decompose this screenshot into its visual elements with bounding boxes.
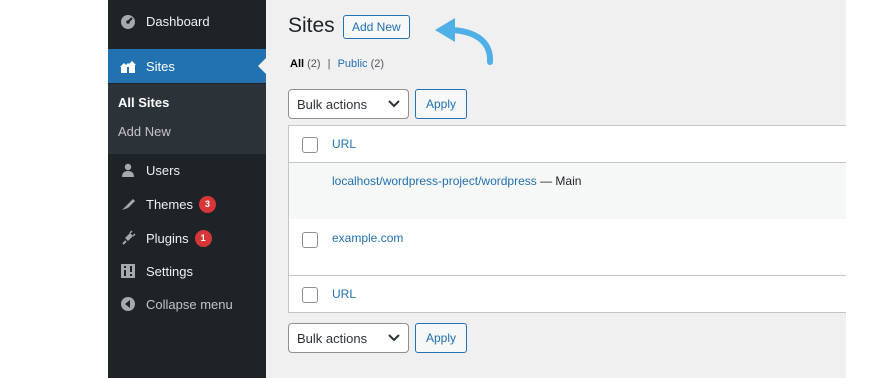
table-header-row: URL bbox=[289, 126, 846, 163]
bulk-actions-select[interactable]: Bulk actions bbox=[288, 89, 409, 119]
chevron-down-icon bbox=[388, 334, 400, 342]
add-new-button[interactable]: Add New bbox=[343, 15, 410, 39]
sidebar-item-sites[interactable]: Sites bbox=[108, 49, 266, 83]
main-content: Sites Add New All (2) | Public (2) Bulk … bbox=[266, 0, 846, 378]
select-all-checkbox-footer[interactable] bbox=[302, 287, 318, 303]
sites-table: URL localhost/wordpress-project/wordpres… bbox=[288, 125, 846, 313]
filter-separator: | bbox=[327, 58, 331, 70]
site-url-link[interactable]: example.com bbox=[332, 231, 403, 245]
sidebar-item-themes[interactable]: Themes 3 bbox=[108, 187, 266, 221]
plugins-icon bbox=[118, 228, 138, 248]
sidebar-item-settings[interactable]: Settings bbox=[108, 254, 266, 288]
filter-public[interactable]: Public (2) bbox=[338, 58, 384, 70]
admin-sidebar: Dashboard Sites All Sites Add New Users … bbox=[108, 0, 266, 378]
sidebar-item-users[interactable]: Users bbox=[108, 153, 266, 187]
select-all-checkbox[interactable] bbox=[302, 137, 318, 153]
arrow-annotation-icon bbox=[435, 18, 494, 65]
sidebar-item-dashboard[interactable]: Dashboard bbox=[108, 4, 266, 38]
table-footer-row: URL bbox=[289, 275, 846, 313]
table-row: localhost/wordpress-project/wordpress — … bbox=[289, 163, 846, 219]
sidebar-item-label: Plugins bbox=[146, 230, 189, 246]
filter-all[interactable]: All (2) bbox=[290, 58, 321, 70]
sidebar-item-label: Settings bbox=[146, 263, 193, 279]
settings-icon bbox=[118, 261, 138, 281]
dashboard-icon bbox=[118, 11, 138, 31]
bulk-actions-top: Bulk actions Apply bbox=[288, 89, 468, 119]
view-filters: All (2) | Public (2) bbox=[290, 58, 384, 70]
chevron-down-icon bbox=[388, 100, 400, 108]
sidebar-item-label: Themes bbox=[146, 196, 193, 212]
collapse-menu-button[interactable]: Collapse menu bbox=[108, 287, 266, 321]
bulk-actions-bottom: Bulk actions Apply bbox=[288, 323, 468, 353]
sidebar-item-label: Sites bbox=[146, 58, 175, 74]
apply-button[interactable]: Apply bbox=[415, 89, 468, 119]
themes-update-badge: 3 bbox=[198, 195, 216, 213]
sites-submenu: All Sites Add New bbox=[108, 84, 266, 154]
users-icon bbox=[118, 160, 138, 180]
submenu-item-all-sites[interactable]: All Sites bbox=[118, 95, 169, 110]
submenu-item-add-new[interactable]: Add New bbox=[118, 124, 171, 139]
collapse-icon bbox=[118, 294, 138, 314]
row-checkbox[interactable] bbox=[302, 232, 318, 248]
active-menu-indicator bbox=[258, 58, 266, 74]
table-row: example.com bbox=[289, 219, 846, 275]
sites-icon bbox=[118, 56, 138, 76]
site-url-link[interactable]: localhost/wordpress-project/wordpress — … bbox=[332, 174, 581, 188]
sidebar-item-label: Dashboard bbox=[146, 13, 210, 29]
bulk-actions-select-bottom[interactable]: Bulk actions bbox=[288, 323, 409, 353]
plugins-update-badge: 1 bbox=[194, 229, 212, 247]
url-column-header[interactable]: URL bbox=[332, 137, 356, 151]
themes-icon bbox=[118, 194, 138, 214]
sidebar-item-label: Collapse menu bbox=[146, 296, 233, 312]
sidebar-item-plugins[interactable]: Plugins 1 bbox=[108, 221, 266, 255]
page-title: Sites bbox=[288, 14, 335, 37]
sidebar-item-label: Users bbox=[146, 162, 180, 178]
url-column-footer[interactable]: URL bbox=[332, 287, 356, 301]
apply-button-bottom[interactable]: Apply bbox=[415, 323, 468, 353]
